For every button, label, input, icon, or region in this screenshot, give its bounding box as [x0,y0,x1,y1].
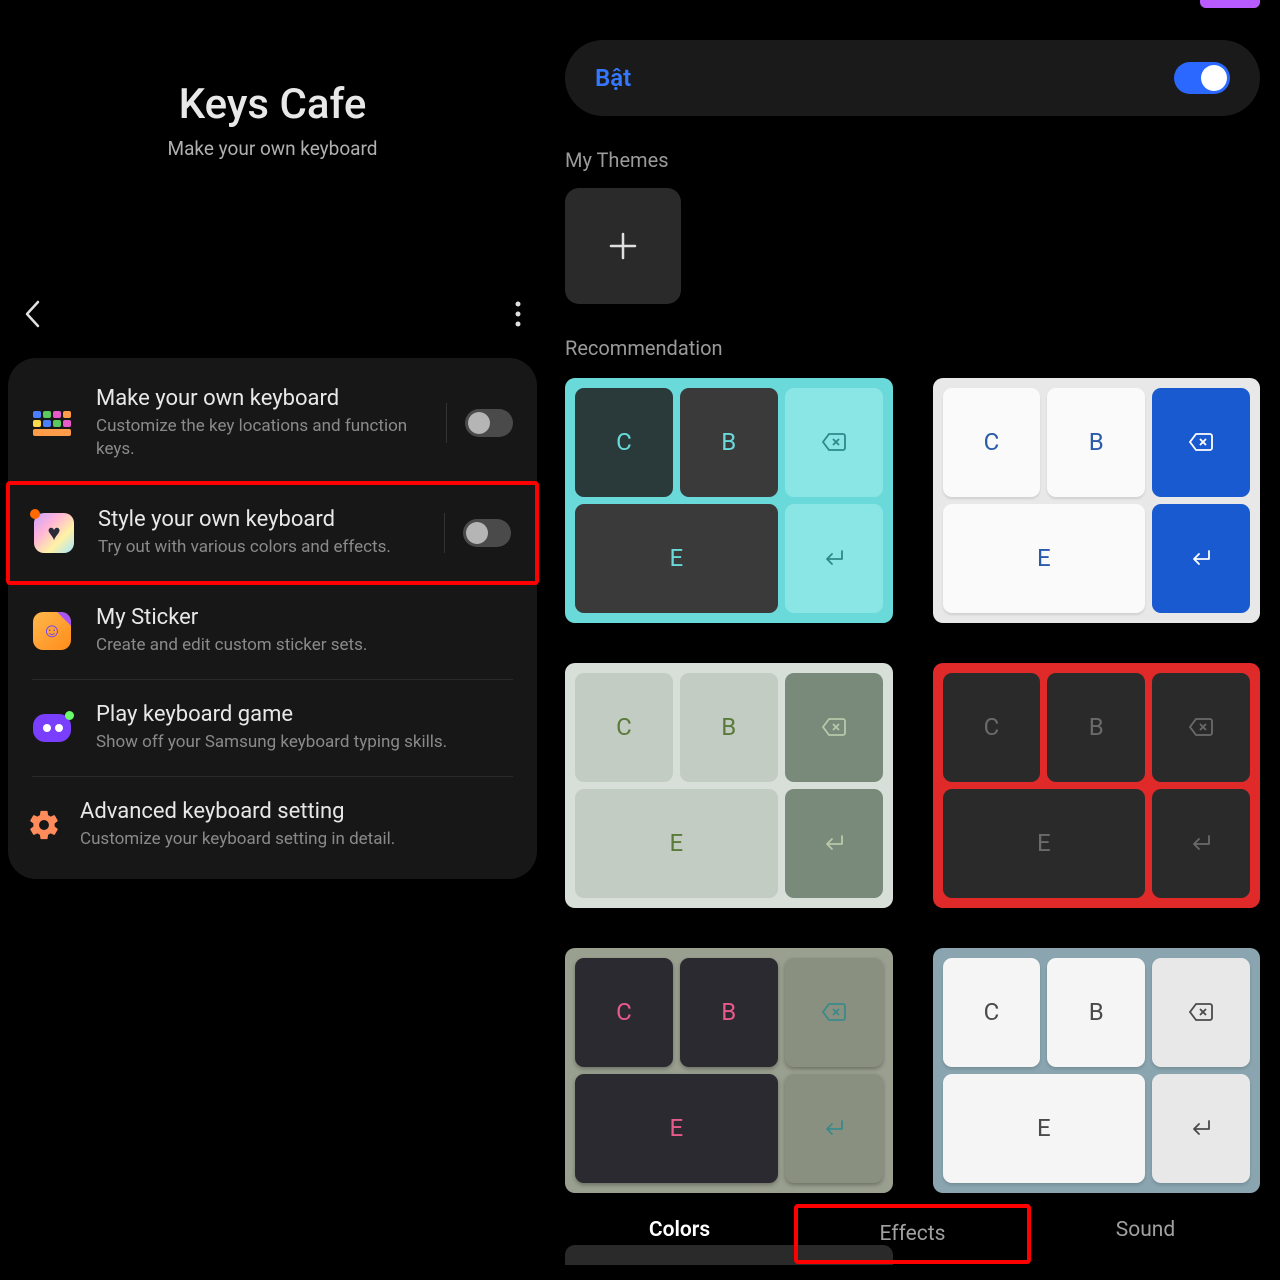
preview-key-b: B [680,388,778,497]
preview-key-c: C [575,958,673,1067]
setting-text: Style your own keyboard Try out with var… [98,507,426,559]
enable-label: Bật [595,64,631,92]
nav-row [0,300,545,328]
setting-keyboard-game[interactable]: Play keyboard game Show off your Samsung… [8,680,537,776]
preview-key-b: B [1047,958,1145,1067]
toggle-wrap [444,513,511,553]
theme-preview-pink-dark[interactable]: C B E [565,948,893,1193]
setting-title: My Sticker [96,605,513,630]
settings-panel: Keys Cafe Make your own keyboard Make yo… [0,0,545,1280]
preview-key-enter [785,1074,883,1183]
setting-desc: Show off your Samsung keyboard typing sk… [96,731,513,754]
my-themes-label: My Themes [565,148,1260,172]
sticker-icon [26,605,78,657]
recommendation-label: Recommendation [565,336,1260,360]
heart-style-icon [28,507,80,559]
toggle-style-keyboard[interactable] [463,519,511,547]
app-title: Keys Cafe [0,80,545,129]
setting-make-keyboard[interactable]: Make your own keyboard Customize the key… [8,364,537,483]
preview-key-enter [785,504,883,613]
preview-key-c: C [943,388,1041,497]
preview-key-delete [1152,388,1250,497]
setting-title: Make your own keyboard [96,386,428,411]
preview-key-e: E [575,789,778,898]
status-indicator [1200,0,1260,8]
preview-key-c: C [575,388,673,497]
preview-key-e: E [575,1074,778,1183]
preview-key-b: B [1047,673,1145,782]
tab-colors[interactable]: Colors [565,1204,794,1264]
toggle-wrap [446,403,513,443]
preview-key-delete [1152,673,1250,782]
setting-style-keyboard[interactable]: Style your own keyboard Try out with var… [10,485,535,581]
highlighted-setting: Style your own keyboard Try out with var… [6,481,539,585]
preview-key-e: E [943,789,1146,898]
setting-my-sticker[interactable]: My Sticker Create and edit custom sticke… [8,583,537,679]
preview-key-delete [785,673,883,782]
setting-advanced[interactable]: Advanced keyboard setting Customize your… [8,777,537,873]
header: Keys Cafe Make your own keyboard [0,0,545,160]
enable-toggle[interactable] [1174,62,1230,94]
theme-recommendation-grid: C B E C B E C B E C B E C [565,378,1260,1265]
enable-toggle-card[interactable]: Bật [565,40,1260,116]
setting-text: Play keyboard game Show off your Samsung… [96,702,513,754]
preview-key-enter [1152,1074,1250,1183]
setting-desc: Create and edit custom sticker sets. [96,634,513,657]
setting-title: Play keyboard game [96,702,513,727]
theme-preview-olive[interactable]: C B E [565,663,893,908]
preview-key-e: E [575,504,778,613]
setting-title: Advanced keyboard setting [80,799,513,824]
preview-key-enter [1152,789,1250,898]
theme-preview-red[interactable]: C B E [933,663,1261,908]
add-theme-button[interactable] [565,188,681,304]
setting-desc: Try out with various colors and effects. [98,536,426,559]
preview-key-delete [1152,958,1250,1067]
preview-key-b: B [680,673,778,782]
setting-desc: Customize the key locations and function… [96,415,428,461]
setting-text: Advanced keyboard setting Customize your… [80,799,513,851]
style-panel: Bật My Themes Recommendation C B E C B E… [545,0,1280,1280]
setting-title: Style your own keyboard [98,507,426,532]
gear-icon [26,807,62,843]
preview-key-b: B [1047,388,1145,497]
preview-key-e: E [943,504,1146,613]
app-subtitle: Make your own keyboard [0,137,545,160]
theme-preview-blue[interactable]: C B E [933,378,1261,623]
keyboard-grid-icon [26,397,78,449]
more-options-icon[interactable] [515,301,521,327]
bottom-tabs: Colors Effects Sound [545,1204,1280,1280]
toggle-make-keyboard[interactable] [465,409,513,437]
preview-key-enter [1152,504,1250,613]
preview-key-e: E [943,1074,1146,1183]
preview-key-delete [785,958,883,1067]
settings-card: Make your own keyboard Customize the key… [8,358,537,879]
preview-key-c: C [943,958,1041,1067]
preview-key-b: B [680,958,778,1067]
tab-effects[interactable]: Effects [794,1204,1031,1264]
preview-key-enter [785,789,883,898]
theme-preview-teal[interactable]: C B E [565,378,893,623]
setting-text: My Sticker Create and edit custom sticke… [96,605,513,657]
gamepad-icon [26,702,78,754]
preview-key-delete [785,388,883,497]
back-icon[interactable] [24,300,40,328]
theme-preview-steel[interactable]: C B E [933,948,1261,1193]
preview-key-c: C [575,673,673,782]
setting-desc: Customize your keyboard setting in detai… [80,828,513,851]
tab-sound[interactable]: Sound [1031,1204,1260,1264]
setting-text: Make your own keyboard Customize the key… [96,386,428,461]
preview-key-c: C [943,673,1041,782]
